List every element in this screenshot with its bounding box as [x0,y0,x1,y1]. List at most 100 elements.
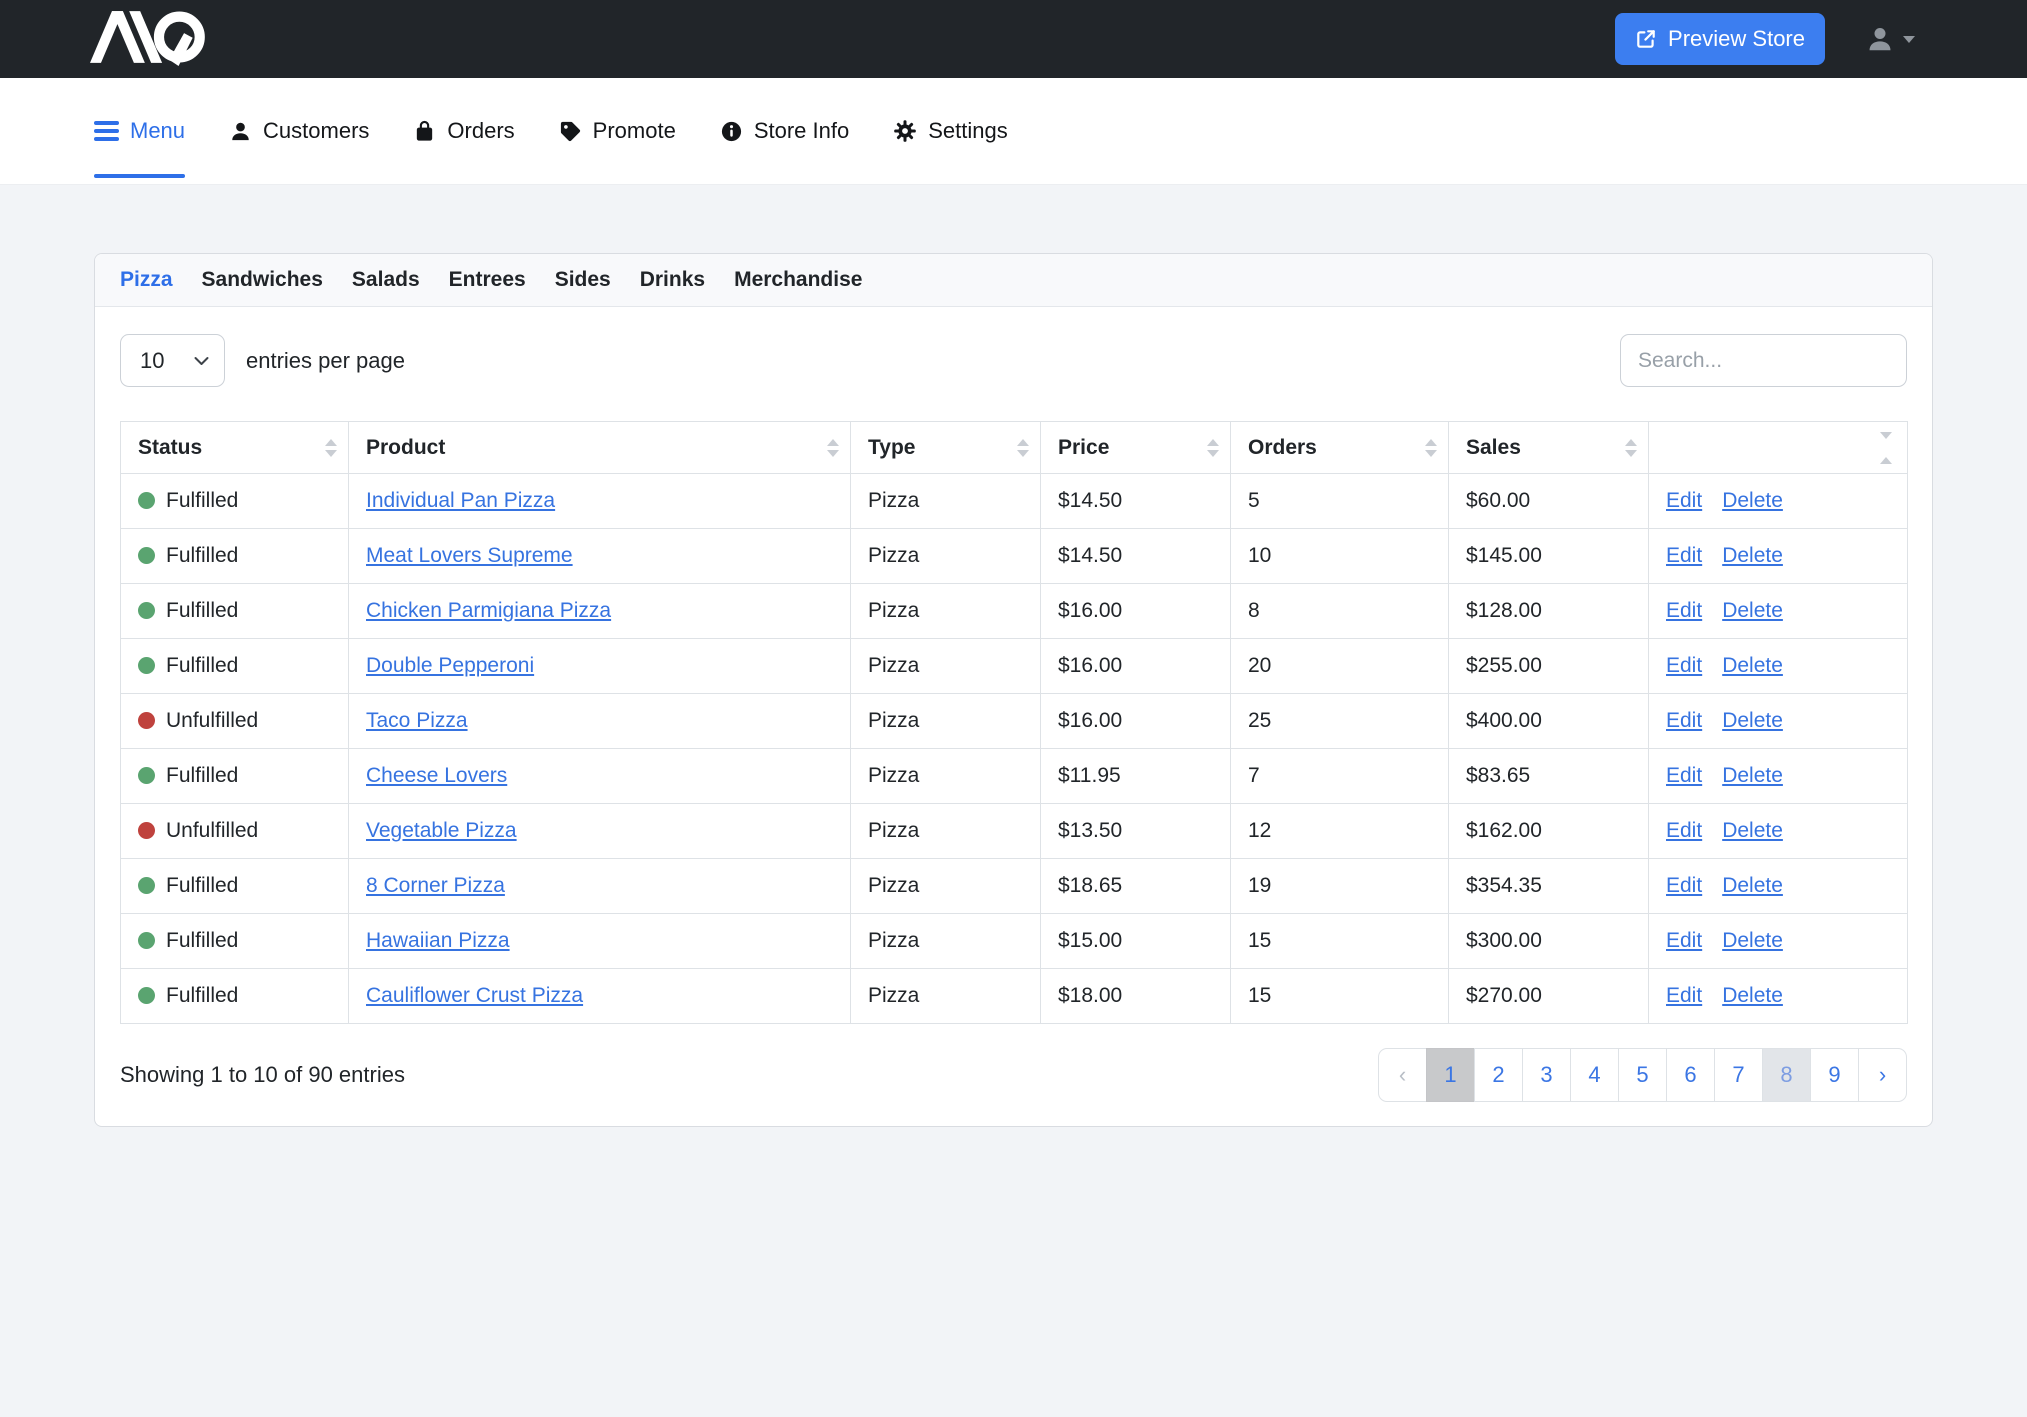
product-link[interactable]: Hawaiian Pizza [366,929,510,952]
pagination-page[interactable]: 3 [1522,1048,1571,1102]
type-cell: Pizza [851,584,1041,639]
sort-icon [827,439,839,457]
product-link[interactable]: Chicken Parmigiana Pizza [366,599,611,622]
pagination-page[interactable]: 2 [1474,1048,1523,1102]
product-link[interactable]: Cauliflower Crust Pizza [366,984,583,1007]
edit-link[interactable]: Edit [1666,819,1702,842]
products-table-wrap: Status Product Type Price [95,387,1932,1024]
nav-item-promote[interactable]: Promote [559,78,676,184]
table-row: Fulfilled Hawaiian Pizza Pizza $15.00 15… [121,914,1908,969]
edit-link[interactable]: Edit [1666,984,1702,1007]
status-dot [138,602,155,619]
orders-cell: 10 [1231,529,1449,584]
table-row: Fulfilled Cauliflower Crust Pizza Pizza … [121,969,1908,1024]
preview-store-button[interactable]: Preview Store [1615,13,1825,65]
delete-link[interactable]: Delete [1722,654,1783,677]
nav-item-store-info[interactable]: Store Info [720,78,849,184]
column-header-price[interactable]: Price [1041,422,1231,474]
delete-link[interactable]: Delete [1722,819,1783,842]
category-tab[interactable]: Salads [352,268,420,292]
logo[interactable] [88,8,208,71]
search-input[interactable] [1620,334,1907,387]
product-link[interactable]: Meat Lovers Supreme [366,544,573,567]
actions-cell: Edit Delete [1649,639,1908,694]
type-cell: Pizza [851,749,1041,804]
sales-cell: $270.00 [1449,969,1649,1024]
delete-link[interactable]: Delete [1722,544,1783,567]
product-cell: Cheese Lovers [349,749,851,804]
column-header-actions[interactable] [1649,422,1908,474]
nav-item-settings[interactable]: Settings [893,78,1008,184]
delete-link[interactable]: Delete [1722,709,1783,732]
table-row: Fulfilled Individual Pan Pizza Pizza $14… [121,474,1908,529]
pagination-page[interactable]: 8 [1762,1048,1811,1102]
edit-link[interactable]: Edit [1666,929,1702,952]
category-tab[interactable]: Sides [555,268,611,292]
status-cell: Fulfilled [121,914,349,969]
category-tab[interactable]: Entrees [449,268,526,292]
delete-link[interactable]: Delete [1722,874,1783,897]
pagination-page[interactable]: 4 [1570,1048,1619,1102]
status-cell: Fulfilled [121,969,349,1024]
nav-item-menu[interactable]: Menu [94,78,185,184]
edit-link[interactable]: Edit [1666,654,1702,677]
status-cell: Unfulfilled [121,694,349,749]
table-row: Unfulfilled Vegetable Pizza Pizza $13.50… [121,804,1908,859]
pagination-next[interactable]: › [1858,1048,1907,1102]
price-cell: $14.50 [1041,529,1231,584]
pagination-page[interactable]: 1 [1426,1048,1475,1102]
nav-item-customers[interactable]: Customers [229,78,369,184]
table-row: Fulfilled Chicken Parmigiana Pizza Pizza… [121,584,1908,639]
product-link[interactable]: 8 Corner Pizza [366,874,505,897]
status-dot [138,492,155,509]
edit-link[interactable]: Edit [1666,489,1702,512]
column-header-type[interactable]: Type [851,422,1041,474]
pagination-page[interactable]: 9 [1810,1048,1859,1102]
entries-select[interactable]: 10 [120,334,225,387]
orders-cell: 15 [1231,969,1449,1024]
pagination-page[interactable]: 6 [1666,1048,1715,1102]
delete-link[interactable]: Delete [1722,489,1783,512]
orders-cell: 15 [1231,914,1449,969]
product-link[interactable]: Individual Pan Pizza [366,489,555,512]
edit-link[interactable]: Edit [1666,874,1702,897]
column-header-orders[interactable]: Orders [1231,422,1449,474]
column-header-status[interactable]: Status [121,422,349,474]
category-tab[interactable]: Drinks [640,268,705,292]
product-link[interactable]: Double Pepperoni [366,654,534,677]
orders-cell: 12 [1231,804,1449,859]
delete-link[interactable]: Delete [1722,599,1783,622]
orders-cell: 8 [1231,584,1449,639]
category-tab[interactable]: Sandwiches [202,268,323,292]
sales-cell: $145.00 [1449,529,1649,584]
nav-item-orders[interactable]: Orders [413,78,514,184]
edit-link[interactable]: Edit [1666,599,1702,622]
caret-down-icon [1903,36,1915,43]
product-link[interactable]: Vegetable Pizza [366,819,517,842]
promote-icon [559,120,582,143]
user-menu[interactable] [1865,24,1915,54]
topbar-right: Preview Store [1615,13,1915,65]
edit-link[interactable]: Edit [1666,764,1702,787]
price-cell: $15.00 [1041,914,1231,969]
delete-link[interactable]: Delete [1722,929,1783,952]
pagination-page[interactable]: 5 [1618,1048,1667,1102]
edit-link[interactable]: Edit [1666,709,1702,732]
product-link[interactable]: Cheese Lovers [366,764,507,787]
delete-link[interactable]: Delete [1722,764,1783,787]
actions-cell: Edit Delete [1649,584,1908,639]
actions-cell: Edit Delete [1649,474,1908,529]
price-cell: $13.50 [1041,804,1231,859]
type-cell: Pizza [851,969,1041,1024]
delete-link[interactable]: Delete [1722,984,1783,1007]
category-tab[interactable]: Pizza [120,268,173,292]
sort-icon [1625,439,1637,457]
edit-link[interactable]: Edit [1666,544,1702,567]
category-tab[interactable]: Merchandise [734,268,862,292]
type-cell: Pizza [851,914,1041,969]
column-header-product[interactable]: Product [349,422,851,474]
product-cell: Chicken Parmigiana Pizza [349,584,851,639]
pagination-page[interactable]: 7 [1714,1048,1763,1102]
column-header-sales[interactable]: Sales [1449,422,1649,474]
product-link[interactable]: Taco Pizza [366,709,468,732]
